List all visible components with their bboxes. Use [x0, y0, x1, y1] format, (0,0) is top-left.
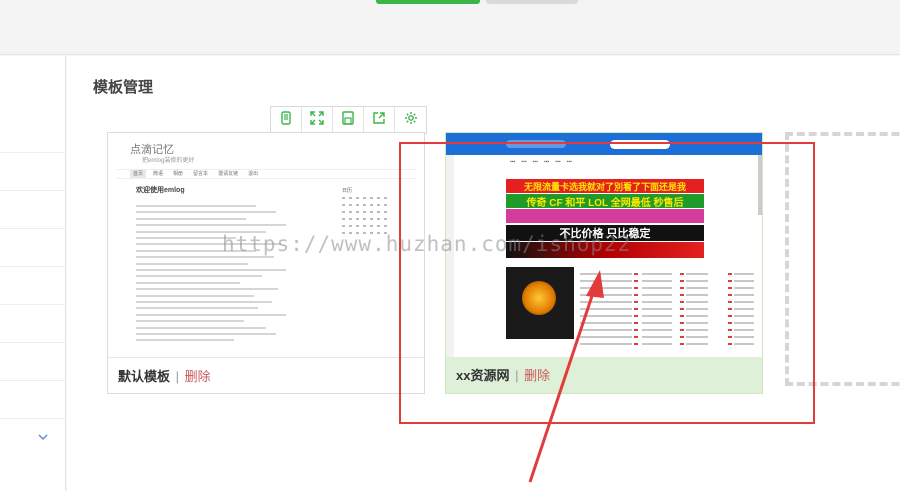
preview-text-line: [136, 237, 236, 239]
gear-icon: [404, 111, 418, 130]
preview-calendar-day: [356, 218, 359, 220]
preview-nav-item: 首页: [130, 170, 147, 178]
preview-calendar-day: [377, 204, 380, 206]
preview-calendar-day: [356, 211, 359, 213]
share-icon: [372, 111, 386, 130]
template-card-default[interactable]: 点滴记忆 把emlog装修的更好 首页 微语 相册 留言本 邀请友链 退出 欢迎…: [107, 132, 425, 394]
template-toolbar: [270, 106, 427, 134]
preview-calendar-day: [370, 218, 373, 220]
preview-nav-item: 相册: [173, 171, 184, 177]
page-title: 模板管理: [93, 79, 154, 96]
preview-site-subtitle: 把emlog装修的更好: [142, 158, 195, 164]
watermark-text: https://www.huzhan.com/ishop22: [222, 232, 632, 256]
preview-text-line: [136, 211, 276, 214]
template-card-footer: 默认模板 | 删除: [108, 357, 424, 393]
preview-text-line: [136, 217, 246, 220]
preview-nav-item: 邀请友链: [218, 171, 239, 177]
preview-nav-item: 微语: [153, 171, 164, 177]
preview-text-line: [136, 281, 240, 284]
preview-calendar-day: [356, 225, 359, 227]
sidebar-divider: [0, 418, 66, 419]
chevron-down-icon[interactable]: [38, 430, 48, 444]
preview-nav: 首页 微语 相册 留言本 邀请友链 退出: [116, 169, 416, 179]
preview-calendar-day: [384, 225, 387, 227]
sidebar-divider: [0, 304, 66, 305]
sidebar-divider: [0, 380, 66, 381]
top-bar: [0, 0, 900, 55]
preview-calendar-day: [349, 197, 352, 199]
preview-calendar-day: [363, 225, 366, 227]
settings-button[interactable]: [395, 107, 426, 133]
preview-text-line: [136, 320, 244, 323]
preview-text-line: [136, 262, 248, 265]
preview-text-line: [136, 275, 262, 278]
preview-calendar-day: [349, 218, 352, 220]
preview-text-line: [136, 288, 278, 291]
preview-calendar-day: [377, 225, 380, 227]
mobile-preview-button[interactable]: [271, 107, 302, 133]
preview-text-line: [136, 205, 256, 207]
save-button[interactable]: [333, 107, 364, 133]
sidebar-divider: [0, 152, 66, 153]
sidebar-divider: [0, 190, 66, 191]
preview-calendar-day: [342, 211, 345, 213]
preview-calendar-day: [363, 204, 366, 206]
preview-text-line: [136, 294, 254, 297]
preview-calendar-day: [370, 204, 373, 206]
preview-calendar-day: [384, 197, 387, 199]
annotation-highlight-box: [399, 142, 815, 424]
preview-calendar-day: [370, 225, 373, 227]
preview-calendar-day: [363, 211, 366, 213]
preview-calendar-day: [363, 218, 366, 220]
preview-text-line: [136, 339, 234, 342]
preview-text-line: [136, 224, 286, 227]
fullscreen-button[interactable]: [302, 107, 333, 133]
export-button[interactable]: [364, 107, 395, 133]
preview-calendar-day: [370, 211, 373, 213]
preview-calendar-day: [377, 211, 380, 213]
sidebar: [0, 56, 66, 491]
preview-calendar-day: [370, 197, 373, 199]
preview-calendar-day: [349, 225, 352, 227]
preview-calendar-day: [342, 197, 345, 199]
separator: |: [175, 369, 180, 384]
main-content: 模板管理 点滴记忆 把emlog装修的更好 首页 微语 相册 留言本 邀请友链 …: [67, 56, 900, 491]
preview-post-title: 欢迎使用emlog: [136, 187, 185, 194]
secondary-action-button[interactable]: [486, 0, 578, 4]
preview-calendar-day: [384, 204, 387, 206]
preview-nav-item: 留言本: [193, 171, 209, 177]
preview-text-line: [136, 333, 276, 335]
preview-calendar-day: [342, 218, 345, 220]
sidebar-divider: [0, 342, 66, 343]
preview-calendar-day: [356, 197, 359, 199]
preview-calendar-day: [342, 204, 345, 206]
expand-icon: [310, 110, 324, 130]
preview-calendar-day: [342, 225, 345, 227]
preview-calendar-day: [384, 218, 387, 220]
preview-text-line: [136, 326, 266, 329]
preview-text-line: [136, 307, 258, 310]
save-icon: [341, 110, 355, 130]
preview-text-line: [136, 301, 272, 303]
sidebar-divider: [0, 266, 66, 267]
preview-nav-item: 退出: [248, 171, 259, 177]
preview-calendar-day: [384, 211, 387, 213]
preview-calendar-day: [349, 204, 352, 206]
preview-text-line: [136, 269, 286, 271]
delete-template-link[interactable]: 删除: [185, 369, 211, 384]
primary-action-button[interactable]: [376, 0, 480, 4]
phone-icon: [279, 110, 293, 130]
preview-calendar-day: [377, 218, 380, 220]
preview-text-line: [136, 313, 286, 316]
preview-calendar-day: [349, 211, 352, 213]
preview-calendar-day: [377, 197, 380, 199]
preview-calendar-day: [363, 197, 366, 199]
sidebar-divider: [0, 228, 66, 229]
preview-text-line: [136, 256, 274, 259]
preview-calendar-day: [356, 204, 359, 206]
template-name: 默认模板: [118, 369, 171, 384]
preview-sidebar-title: 日历: [342, 188, 353, 194]
